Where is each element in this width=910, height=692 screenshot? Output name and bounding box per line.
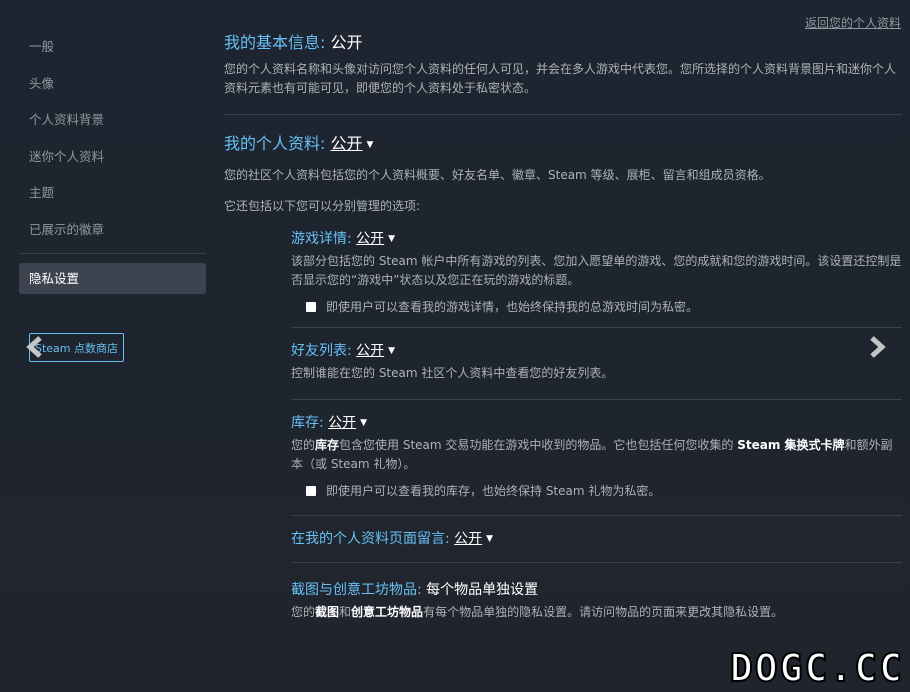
- caret-down-icon: ▼: [486, 534, 494, 544]
- back-to-profile-link[interactable]: 返回您的个人资料: [805, 14, 901, 31]
- subsection-divider: [291, 562, 902, 563]
- friends-dropdown[interactable]: 公开 ▼: [356, 343, 395, 359]
- profile-description-2: 它还包括以下您可以分别管理的选项:: [224, 199, 421, 213]
- caret-down-icon: ▼: [388, 346, 396, 356]
- privacy-settings-main: 我的基本信息: 公开 您的个人资料名称和头像对访问您个人资料的任何人可见，并会在…: [224, 30, 902, 622]
- screenshots-heading: 截图与创意工坊物品: 每个物品单独设置: [291, 579, 902, 601]
- profile-title: 我的个人资料:: [224, 134, 326, 153]
- profile-privacy-dropdown[interactable]: 公开 ▼: [331, 134, 374, 153]
- basic-info-heading: 我的基本信息: 公开: [224, 30, 902, 56]
- caret-down-icon: ▼: [360, 418, 368, 428]
- game-details-title: 游戏详情:: [291, 231, 352, 247]
- sidebar-item-profile-background[interactable]: 个人资料背景: [19, 103, 206, 140]
- friends-description: 控制谁能在您的 Steam 社区个人资料中查看您的好友列表。: [291, 366, 614, 380]
- playtime-private-label: 即使用户可以查看我的游戏详情，也始终保持我的总游戏时间为私密。: [326, 300, 699, 314]
- gifts-private-checkbox-row[interactable]: 即使用户可以查看我的库存，也始终保持 Steam 礼物为私密。: [306, 482, 902, 499]
- basic-info-title: 我的基本信息:: [224, 33, 326, 52]
- game-details-dropdown[interactable]: 公开 ▼: [356, 231, 395, 247]
- inventory-description: 您的库存包含您使用 Steam 交易功能在游戏中收到的物品。它也包括任何您收集的…: [291, 438, 893, 471]
- gifts-private-label: 即使用户可以查看我的库存，也始终保持 Steam 礼物为私密。: [326, 484, 661, 498]
- inventory-title: 库存:: [291, 415, 324, 431]
- gifts-private-checkbox[interactable]: [306, 485, 316, 496]
- sidebar-item-general[interactable]: 一般: [19, 30, 206, 67]
- subsection-divider: [291, 399, 902, 400]
- inventory-dropdown[interactable]: 公开 ▼: [328, 415, 367, 431]
- section-divider: [224, 114, 902, 115]
- sidebar-item-privacy[interactable]: 隐私设置: [19, 263, 206, 294]
- friends-title: 好友列表:: [291, 343, 352, 359]
- sidebar-item-avatar[interactable]: 头像: [19, 67, 206, 104]
- comments-title: 在我的个人资料页面留言:: [291, 531, 450, 547]
- comments-dropdown[interactable]: 公开 ▼: [454, 531, 493, 547]
- playtime-private-checkbox-row[interactable]: 即使用户可以查看我的游戏详情，也始终保持我的总游戏时间为私密。: [306, 298, 902, 315]
- site-watermark: DOGC.CC: [729, 645, 904, 691]
- sidebar-item-featured-badge[interactable]: 已展示的徽章: [19, 213, 206, 250]
- sidebar-item-theme[interactable]: 主题: [19, 176, 206, 213]
- profile-description: 您的社区个人资料包括您的个人资料概要、好友名单、徽章、Steam 等级、展柜、留…: [224, 168, 771, 182]
- game-details-description: 该部分包括您的 Steam 帐户中所有游戏的列表、您加入愿望单的游戏、您的成就和…: [291, 254, 902, 287]
- screenshots-title: 截图与创意工坊物品:: [291, 582, 422, 598]
- sidebar-divider: [19, 253, 206, 254]
- comments-heading: 在我的个人资料页面留言: 公开 ▼: [291, 528, 902, 550]
- sidebar-item-mini-profile[interactable]: 迷你个人资料: [19, 140, 206, 177]
- basic-info-value: 公开: [330, 33, 363, 52]
- friends-heading: 好友列表: 公开 ▼: [291, 340, 902, 362]
- inventory-heading: 库存: 公开 ▼: [291, 412, 902, 434]
- screenshots-description: 您的截图和创意工坊物品有每个物品单独的隐私设置。请访问物品的页面来更改其隐私设置…: [291, 605, 784, 619]
- game-details-heading: 游戏详情: 公开 ▼: [291, 228, 902, 250]
- caret-down-icon: ▼: [388, 234, 396, 244]
- screenshots-value: 每个物品单独设置: [426, 582, 539, 598]
- profile-heading: 我的个人资料: 公开 ▼: [224, 131, 902, 158]
- chevron-left-icon[interactable]: [24, 336, 46, 358]
- settings-sidebar: 一般 头像 个人资料背景 迷你个人资料 主题 已展示的徽章 隐私设置: [19, 30, 206, 294]
- basic-info-description: 您的个人资料名称和头像对访问您个人资料的任何人可见，并会在多人游戏中代表您。您所…: [224, 62, 897, 95]
- playtime-private-checkbox[interactable]: [306, 301, 316, 312]
- subsection-divider: [291, 327, 902, 328]
- subsection-divider: [291, 515, 902, 516]
- game-details-section: 游戏详情: 公开 ▼ 该部分包括您的 Steam 帐户中所有游戏的列表、您加入愿望…: [291, 228, 902, 622]
- caret-down-icon: ▼: [366, 140, 374, 150]
